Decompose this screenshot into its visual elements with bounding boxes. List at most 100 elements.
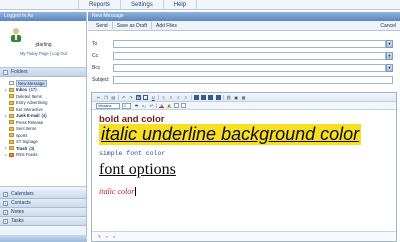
font-size-select[interactable]: 1 (122, 102, 131, 109)
tree-expander-icon: ▸ (5, 152, 7, 157)
folder-label: Press Release (16, 119, 44, 125)
align-right-icon[interactable]: ≡ (176, 95, 181, 100)
save-draft-button[interactable]: Save as Draft (113, 23, 151, 29)
font-family-select[interactable]: Verdana (96, 102, 120, 109)
to-field[interactable] (113, 40, 386, 48)
editor-line-italic-color: italic color (99, 187, 136, 196)
subscript-icon[interactable]: x₂ (141, 103, 146, 108)
link-icon[interactable]: ⛓ (226, 95, 231, 100)
chevron-down-icon[interactable]: ▼ (386, 64, 393, 72)
cc-row: Cc ▼ (88, 52, 400, 61)
user-box: jdarling My Today Page | Log Out (0, 21, 86, 68)
editor-body[interactable]: bold and color italic underline backgrou… (92, 110, 396, 232)
folders-header[interactable]: − Folders (0, 68, 86, 77)
subject-row: Subject (88, 76, 400, 85)
numbered-list-icon[interactable] (193, 94, 199, 100)
user-links[interactable]: My Today Page | Log Out (0, 51, 87, 56)
nav-reports[interactable]: Reports (78, 0, 120, 10)
folder-icon (9, 81, 14, 86)
bcc-field[interactable] (113, 64, 386, 72)
folder-label: New Message (16, 79, 47, 87)
redo-icon[interactable]: ↷ (129, 95, 134, 100)
html-mode-icon[interactable]: ‹› (104, 234, 109, 239)
folder-label: Junk E-mail (16, 113, 40, 119)
folder-item[interactable]: ▸ RSS Feeds (4, 152, 86, 159)
remove-format-icon[interactable] (173, 103, 179, 108)
add-files-button[interactable]: Add Files (152, 23, 181, 29)
compose-header: New Message (88, 12, 400, 21)
strikethrough-icon[interactable]: S (134, 103, 139, 108)
font-color-icon[interactable]: A (159, 103, 165, 108)
underline-icon[interactable]: U (151, 95, 156, 100)
section-tasks[interactable]: + Tasks (0, 217, 86, 226)
table-icon[interactable]: ▦ (241, 95, 246, 100)
expand-icon[interactable]: + (3, 200, 8, 206)
to-row: To ▼ (88, 40, 400, 49)
horizontal-rule-icon[interactable] (181, 103, 187, 108)
justify-icon[interactable]: ≡ (183, 95, 188, 100)
compose-panel: New Message Send Save as Draft Add Files… (88, 12, 400, 242)
superscript-icon[interactable]: x² (149, 103, 154, 108)
editor-toolbar: ✂ ❐ ▤ ↶ ↷ B I U ≡ ≡ ≡ ≡ ⛓ ▣ ▦ (92, 93, 396, 102)
nav-settings[interactable]: Settings (120, 0, 163, 10)
chevron-down-icon[interactable]: ▼ (386, 52, 393, 60)
tree-expander-icon: ▸ (5, 113, 7, 118)
folders-title: Folders (11, 68, 28, 75)
message-editor: ✂ ❐ ▤ ↶ ↷ B I U ≡ ≡ ≡ ≡ ⛓ ▣ ▦ Verdana 1 … (91, 92, 397, 242)
top-navigation: Reports Settings Help (78, 0, 198, 10)
outdent-icon[interactable] (208, 94, 214, 100)
user-name: jdarling (35, 42, 52, 48)
bold-icon[interactable]: B (135, 94, 141, 100)
toolbar-divider (223, 94, 225, 100)
chevron-down-icon[interactable]: ▼ (386, 40, 393, 48)
toolbar-divider (156, 103, 158, 108)
preview-icon[interactable]: ⌕ (112, 234, 117, 239)
cc-field[interactable] (113, 52, 386, 60)
folder-count: (17) (29, 87, 37, 93)
subject-label: Subject (92, 77, 109, 83)
subject-field[interactable] (113, 76, 393, 84)
folder-icon (9, 100, 14, 105)
align-center-icon[interactable]: ≡ (169, 95, 174, 100)
paste-icon[interactable]: ▤ (111, 95, 116, 100)
tree-expander-icon: ▸ (5, 87, 7, 92)
folder-label: sports (16, 132, 28, 138)
bcc-label: Bcc (92, 65, 101, 71)
folder-icon (9, 126, 14, 131)
collapse-icon[interactable]: − (3, 69, 8, 75)
italic-icon[interactable]: I (143, 94, 149, 101)
folder-label: Sent Items (16, 126, 37, 132)
align-left-icon[interactable]: ≡ (161, 95, 166, 100)
logged-in-header: Logged In As (0, 12, 86, 21)
background-color-icon[interactable]: A (166, 103, 172, 108)
bullet-list-icon[interactable] (201, 94, 207, 100)
expand-icon[interactable]: + (3, 191, 8, 197)
image-icon[interactable]: ▣ (234, 95, 239, 100)
section-calendars-label: Calendars (11, 190, 34, 197)
top-bar: Reports Settings Help (0, 0, 400, 10)
undo-icon[interactable]: ↶ (121, 95, 126, 100)
editor-mode-bar: ✎ ‹› ⌕ (92, 231, 396, 241)
folder-label: ST Signage (16, 139, 38, 145)
folder-icon (9, 113, 14, 118)
folder-label: Trash (16, 145, 28, 151)
folder-list: New Message ▸ Inbox (17) Deleted Items Entry … (0, 77, 86, 187)
bcc-row: Bcc ▼ (88, 64, 400, 73)
expand-icon[interactable]: + (3, 218, 8, 224)
send-button[interactable]: Send (92, 23, 112, 29)
folder-count: (3) (29, 145, 35, 151)
section-notes-label: Notes (11, 208, 25, 215)
cancel-button[interactable]: Cancel (380, 21, 396, 31)
expand-icon[interactable]: + (3, 209, 8, 215)
rss-icon (9, 152, 14, 157)
nav-help[interactable]: Help (162, 0, 198, 10)
cut-icon[interactable]: ✂ (96, 95, 101, 100)
text-caret (135, 187, 136, 196)
indent-icon[interactable] (215, 94, 221, 100)
folder-label: RSS Feeds (16, 152, 38, 158)
editor-line-italic-color-text: italic color (99, 187, 135, 196)
editor-line-font-options: font options (99, 161, 176, 178)
copy-icon[interactable]: ❐ (103, 95, 108, 100)
design-mode-icon[interactable]: ✎ (97, 234, 102, 239)
folder-icon (9, 133, 14, 138)
